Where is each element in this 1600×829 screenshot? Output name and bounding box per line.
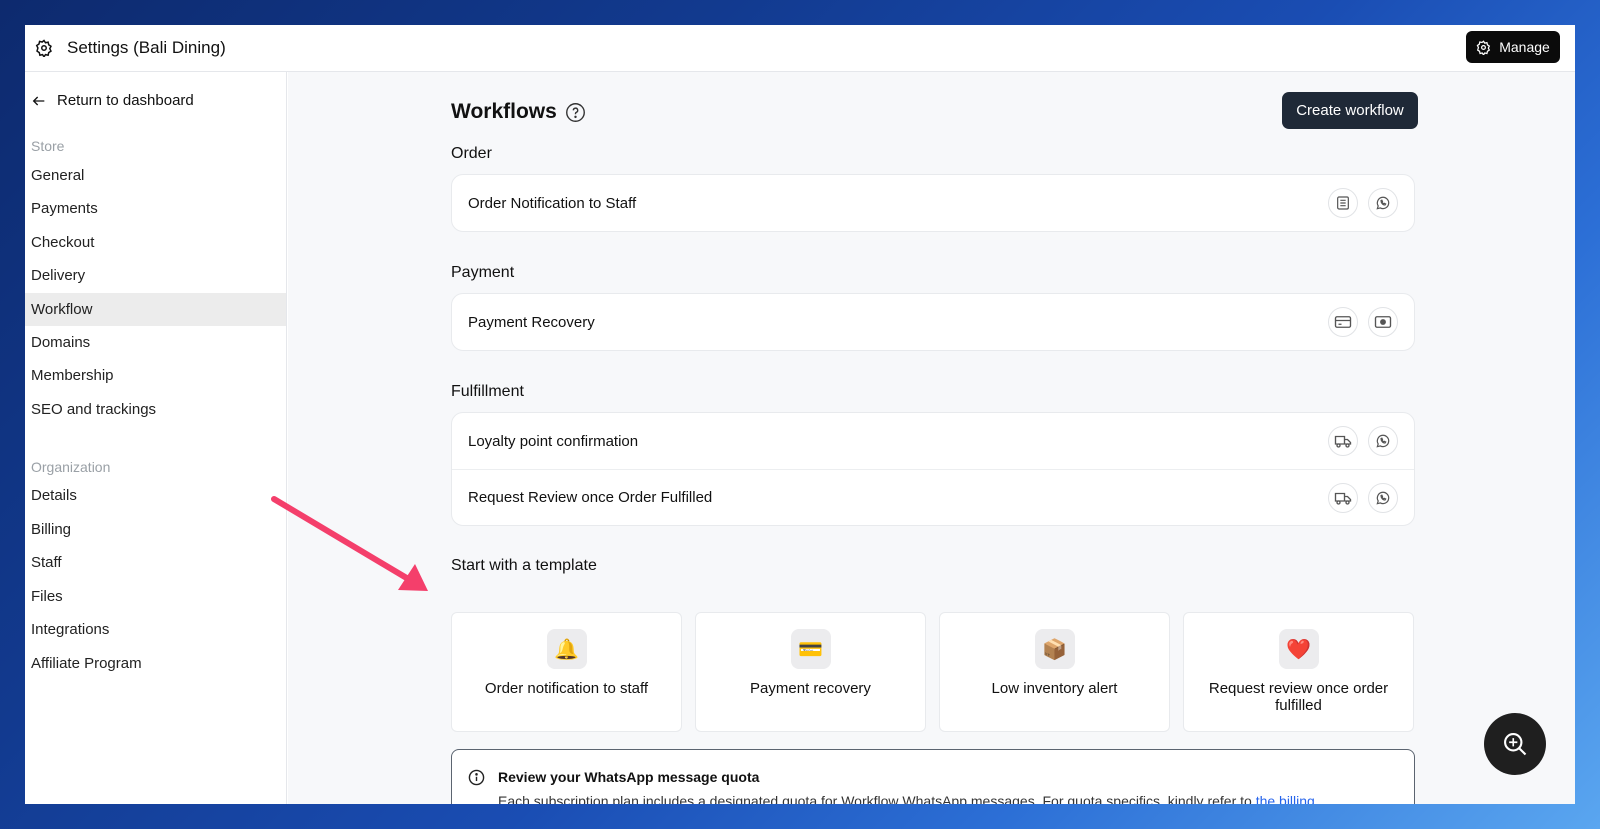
heart-icon: ❤️ [1278,629,1319,669]
workflow-row[interactable]: Loyalty point confirmation [452,413,1414,469]
manage-button[interactable]: Manage [1466,31,1560,63]
group-label-order: Order [451,145,492,162]
workflows-title: Workflows [451,100,557,123]
sidebar: Return to dashboard Store General Paymen… [25,72,287,804]
page-title: Workflows [451,100,586,124]
group-label-payment: Payment [451,264,515,281]
workflow-row[interactable]: Order Notification to Staff [452,175,1414,231]
truck-icon [1328,426,1358,456]
group-label-fulfillment: Fulfillment [451,383,524,400]
notice-title: Review your WhatsApp message quota [498,769,760,785]
sidebar-item-staff[interactable]: Staff [25,546,286,579]
sidebar-item-affiliate[interactable]: Affiliate Program [25,647,286,680]
payment-workflows-card: Payment Recovery [451,293,1415,351]
template-label: Payment recovery [750,680,871,697]
workflow-row[interactable]: Payment Recovery [452,294,1414,350]
whatsapp-icon [1368,482,1398,513]
sidebar-item-checkout[interactable]: Checkout [25,226,286,259]
sidebar-item-files[interactable]: Files [25,580,286,613]
zoom-assistant-button[interactable] [1484,713,1546,775]
truck-icon [1328,482,1358,513]
notice-body: Each subscription plan includes a design… [498,793,1256,804]
template-low-inventory[interactable]: 📦 Low inventory alert [939,612,1170,732]
gear-icon [1476,39,1491,55]
top-bar: Settings (Bali Dining) Manage [25,25,1575,72]
template-request-review[interactable]: ❤️ Request review once order fulfilled [1183,612,1414,732]
workflow-row-label: Payment Recovery [468,313,595,331]
sidebar-item-details[interactable]: Details [25,479,286,512]
list-icon [1328,188,1358,218]
billing-link[interactable]: the billing [1256,793,1315,804]
cash-icon [1368,307,1398,337]
sidebar-item-general[interactable]: General [25,159,286,192]
sidebar-item-domains[interactable]: Domains [25,326,286,359]
order-workflows-card: Order Notification to Staff [451,174,1415,232]
workflow-row-label: Request Review once Order Fulfilled [468,489,713,506]
organization-section-label: Organization [31,459,111,475]
whatsapp-icon [1368,426,1398,456]
template-label: Request review once order fulfilled [1208,680,1389,714]
notice-text: Each subscription plan includes a design… [498,793,1315,804]
manage-label: Manage [1499,39,1550,55]
credit-card-icon [1328,307,1358,337]
return-label: Return to dashboard [57,92,194,109]
whatsapp-icon [1368,188,1398,218]
page-header-title: Settings (Bali Dining) [67,38,226,57]
sidebar-item-seo[interactable]: SEO and trackings [25,393,286,426]
store-section-label: Store [31,138,65,154]
sidebar-item-delivery[interactable]: Delivery [25,259,286,292]
workflow-row-label: Loyalty point confirmation [468,432,639,450]
main-content: Workflows Create workflow Order Order No… [288,72,1575,804]
gear-icon [35,39,53,57]
sidebar-item-payments[interactable]: Payments [25,192,286,225]
package-icon: 📦 [1034,629,1075,669]
template-label: Order notification to staff [484,680,649,697]
workflow-row-label: Order Notification to Staff [468,194,637,212]
settings-window: Settings (Bali Dining) Manage Return to … [25,25,1575,804]
return-to-dashboard-link[interactable]: Return to dashboard [31,92,194,109]
whatsapp-quota-notice: Review your WhatsApp message quota Each … [451,749,1415,804]
help-icon[interactable] [565,102,586,123]
fulfillment-workflows-card: Loyalty point confirmation Request Revie… [451,412,1415,526]
credit-card-icon: 💳 [790,629,831,669]
arrow-left-icon [31,93,47,109]
workflow-row[interactable]: Request Review once Order Fulfilled [452,469,1414,525]
template-order-notification[interactable]: 🔔 Order notification to staff [451,612,682,732]
sidebar-item-billing[interactable]: Billing [25,513,286,546]
template-label: Low inventory alert [991,680,1118,697]
bell-icon: 🔔 [546,629,587,669]
template-payment-recovery[interactable]: 💳 Payment recovery [695,612,926,732]
sidebar-item-membership[interactable]: Membership [25,359,286,392]
create-workflow-button[interactable]: Create workflow [1282,92,1418,129]
magnifier-sparkle-icon [1501,730,1529,758]
info-icon [468,769,485,786]
templates-section-label: Start with a template [451,557,597,574]
sidebar-item-integrations[interactable]: Integrations [25,613,286,646]
sidebar-item-workflow[interactable]: Workflow [25,293,286,326]
